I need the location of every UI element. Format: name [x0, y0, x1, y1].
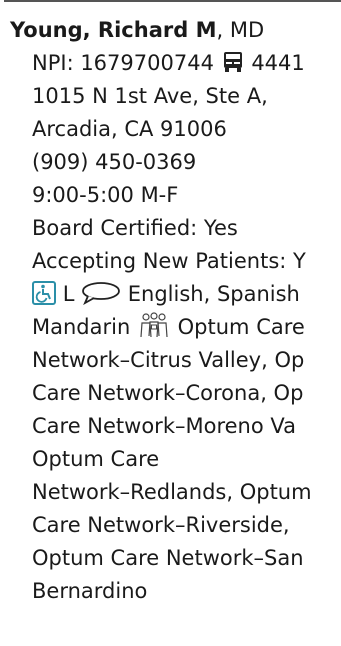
network-line-8: Optum Care Network–San — [32, 546, 304, 570]
provider-name: Young, Richard M — [10, 18, 217, 42]
office-hours: 9:00-5:00 M-F — [32, 183, 179, 207]
accessibility-language-line: L English, Spanish — [0, 278, 341, 311]
address-line-1: 1015 N 1st Ave, Ste A, — [32, 84, 268, 108]
language-continued: Mandarin — [32, 315, 131, 339]
network-line-7: Care Network–Riverside, — [32, 513, 290, 537]
bus-icon — [221, 50, 245, 74]
accepting-new-patients: Accepting New Patients: Y — [32, 249, 306, 273]
provider-credential: , MD — [216, 18, 265, 42]
address-line-2: Arcadia, CA 91006 — [32, 117, 227, 141]
transit-code: 4441 — [251, 51, 305, 75]
provider-entry: Young, Richard M, MD NPI: 1679700744 444… — [0, 14, 341, 608]
npi-number: NPI: 1679700744 — [32, 51, 214, 75]
network-line-4: Care Network–Moreno Va — [32, 414, 296, 438]
network-line-6: Network–Redlands, Optum — [32, 480, 312, 504]
language-medical-group-line: Mandarin Optum Care — [0, 311, 341, 344]
accessibility-code: L — [62, 282, 75, 306]
languages: English, Spanish — [127, 282, 300, 306]
divider — [4, 0, 341, 2]
provider-name-line: Young, Richard M, MD — [0, 14, 341, 47]
network-line-2: Network–Citrus Valley, Op — [32, 348, 305, 372]
npi-line: NPI: 1679700744 4441 — [0, 47, 341, 80]
network-line-9: Bernardino — [32, 579, 148, 603]
wheelchair-icon — [32, 281, 56, 305]
network-line-3: Care Network–Corona, Op — [32, 381, 304, 405]
board-certified: Board Certified: Yes — [32, 216, 238, 240]
network-line-1: Optum Care — [177, 315, 305, 339]
speech-bubble-icon — [81, 281, 121, 305]
phone-number: (909) 450-0369 — [32, 150, 197, 174]
medical-group-icon — [137, 312, 171, 338]
network-line-5: Optum Care — [32, 447, 160, 471]
